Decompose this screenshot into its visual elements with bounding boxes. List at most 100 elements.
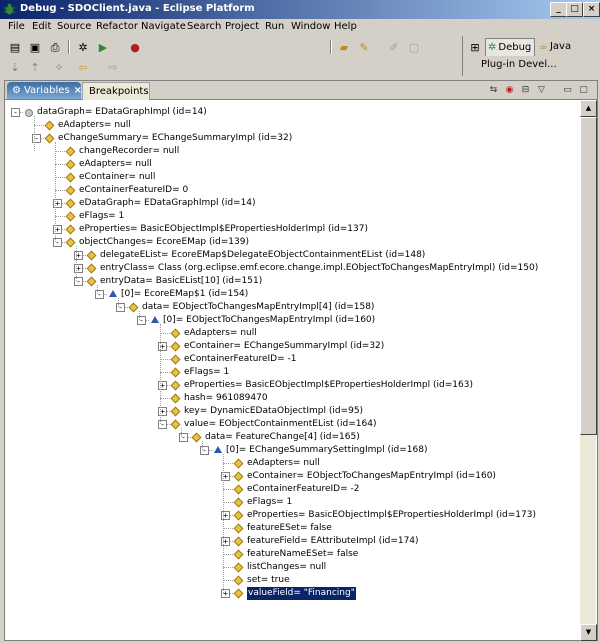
debug-run-icon[interactable]: ✲ <box>76 40 90 54</box>
tree-row[interactable]: eAdapters= null <box>5 158 579 171</box>
tree-row[interactable]: - value= EObjectContainmentEList (id=164) <box>5 418 579 431</box>
tree-row[interactable]: + entryClass= Class (org.eclipse.emf.ecor… <box>5 262 579 275</box>
tree-item-label[interactable]: value= EObjectContainmentEList (id=164) <box>184 418 377 431</box>
tree-row[interactable]: - [0]= EcoreEMap$1 (id=154) <box>5 288 579 301</box>
tree-row[interactable]: + key= DynamicEDataObjectImpl (id=95) <box>5 405 579 418</box>
search-icon[interactable]: ✎ <box>357 40 371 54</box>
tree-row[interactable]: eFlags= 1 <box>5 496 579 509</box>
copy-icon[interactable]: ▢ <box>407 40 421 54</box>
menu-file[interactable]: File <box>8 21 25 32</box>
tree-item-label[interactable]: eContainerFeatureID= -1 <box>184 353 297 366</box>
tree-item-label[interactable]: eAdapters= null <box>184 327 257 340</box>
open-perspective-icon[interactable]: ⊞ <box>468 40 482 54</box>
tree-row[interactable]: + delegateEList= EcoreEMap$DelegateEObjec… <box>5 249 579 262</box>
tree-item-label[interactable]: eFlags= 1 <box>79 210 124 223</box>
tree-item-label[interactable]: eProperties= BasicEObjectImpl$EPropertie… <box>247 509 536 522</box>
tree-row[interactable]: eContainerFeatureID= -2 <box>5 483 579 496</box>
tree-row[interactable]: + eProperties= BasicEObjectImpl$EProperti… <box>5 223 579 236</box>
tree-item-label[interactable]: dataGraph= EDataGraphImpl (id=14) <box>37 106 207 119</box>
tree-item-label[interactable]: eAdapters= null <box>79 158 152 171</box>
collapse-toggle-icon[interactable]: - <box>11 108 20 117</box>
save-icon[interactable]: ▣ <box>28 40 42 54</box>
tree-row[interactable]: eAdapters= null <box>5 119 579 132</box>
tree-item-label[interactable]: data= FeatureChange[4] (id=165) <box>205 431 360 444</box>
tree-item-label[interactable]: featureField= EAttributeImpl (id=174) <box>247 535 419 548</box>
tree-item-label[interactable]: eProperties= BasicEObjectImpl$EPropertie… <box>184 379 473 392</box>
tree-item-label[interactable]: [0]= EObjectToChangesMapEntryImpl (id=16… <box>163 314 375 327</box>
maximize-button[interactable]: □ <box>566 2 583 17</box>
tree-item-label[interactable]: eFlags= 1 <box>247 496 292 509</box>
new-icon[interactable]: ▤ <box>8 40 22 54</box>
tree-row[interactable]: eContainer= null <box>5 171 579 184</box>
menu-search[interactable]: Search <box>187 21 221 32</box>
tree-row[interactable]: featureESet= false <box>5 522 579 535</box>
tree-row[interactable]: - eChangeSummary= EChangeSummaryImpl (id=… <box>5 132 579 145</box>
tree-item-label[interactable]: eDataGraph= EDataGraphImpl (id=14) <box>79 197 256 210</box>
tree-item-label[interactable]: featureNameESet= false <box>247 548 358 561</box>
tree-row[interactable]: featureNameESet= false <box>5 548 579 561</box>
external-tools-icon[interactable]: ● <box>128 40 142 54</box>
tree-row[interactable]: - data= FeatureChange[4] (id=165) <box>5 431 579 444</box>
scroll-thumb[interactable] <box>580 117 597 435</box>
tree-row[interactable]: - [0]= EObjectToChangesMapEntryImpl (id=1… <box>5 314 579 327</box>
tree-item-label[interactable]: [0]= EChangeSummarySettingImpl (id=168) <box>226 444 427 457</box>
tree-item-label[interactable]: eContainer= EObjectToChangesMapEntryImpl… <box>247 470 496 483</box>
menu-window[interactable]: Window <box>291 21 330 32</box>
open-type-icon[interactable]: ▰ <box>337 40 351 54</box>
tree-item-label[interactable]: objectChanges= EcoreEMap (id=139) <box>79 236 249 249</box>
close-button[interactable]: × <box>583 2 600 17</box>
view-menu-icon[interactable]: ▽ <box>535 84 548 96</box>
perspective-java[interactable]: ☕ Java <box>537 38 581 55</box>
tree-item-label[interactable]: delegateEList= EcoreEMap$DelegateEObject… <box>100 249 425 262</box>
forward-icon[interactable]: ⇨ <box>106 60 120 74</box>
tree-item-label[interactable]: eChangeSummary= EChangeSummaryImpl (id=3… <box>58 132 292 145</box>
scroll-up-button[interactable]: ▲ <box>580 100 597 117</box>
tree-row[interactable]: eContainerFeatureID= -1 <box>5 353 579 366</box>
tree-item-label[interactable]: data= EObjectToChangesMapEntryImpl[4] (i… <box>142 301 374 314</box>
tree-row[interactable]: - dataGraph= EDataGraphImpl (id=14) <box>5 106 579 119</box>
tree-item-label[interactable]: [0]= EcoreEMap$1 (id=154) <box>121 288 248 301</box>
tree-item-label[interactable]: eContainer= EChangeSummaryImpl (id=32) <box>184 340 384 353</box>
perspective-debug[interactable]: ✲ Debug <box>485 38 535 56</box>
previous-annotation-icon[interactable]: ⇡ <box>28 60 42 74</box>
tree-row[interactable]: - entryData= BasicEList[10] (id=151) <box>5 275 579 288</box>
tree-item-label[interactable]: changeRecorder= null <box>79 145 179 158</box>
tree-item-label[interactable]: eFlags= 1 <box>184 366 229 379</box>
tree-item-label[interactable]: eProperties= BasicEObjectImpl$EPropertie… <box>79 223 368 236</box>
minimize-button[interactable]: _ <box>550 2 567 17</box>
tree-row[interactable]: listChanges= null <box>5 561 579 574</box>
tree-item-label[interactable]: set= true <box>247 574 290 587</box>
menu-run[interactable]: Run <box>265 21 284 32</box>
tree-row[interactable]: set= true <box>5 574 579 587</box>
tree-row[interactable]: - [0]= EChangeSummarySettingImpl (id=168) <box>5 444 579 457</box>
menu-edit[interactable]: Edit <box>32 21 51 32</box>
tree-item-label[interactable]: eContainerFeatureID= -2 <box>247 483 360 496</box>
tree-row[interactable]: + eContainer= EObjectToChangesMapEntryImp… <box>5 470 579 483</box>
tree-item-label[interactable]: valueField= "Financing" <box>247 587 356 600</box>
tree-row[interactable]: eFlags= 1 <box>5 366 579 379</box>
pen-icon[interactable]: ✐ <box>387 40 401 54</box>
last-edit-icon[interactable]: ✧ <box>52 60 66 74</box>
tree-item-label[interactable]: entryData= BasicEList[10] (id=151) <box>100 275 262 288</box>
tree-row[interactable]: + eProperties= BasicEObjectImpl$EProperti… <box>5 509 579 522</box>
run-icon[interactable]: ▶ <box>96 40 110 54</box>
tree-row[interactable]: eContainerFeatureID= 0 <box>5 184 579 197</box>
tree-item-label[interactable]: entryClass= Class (org.eclipse.emf.ecore… <box>100 262 538 275</box>
scroll-down-button[interactable]: ▼ <box>580 624 597 641</box>
tree-row[interactable]: + eContainer= EChangeSummaryImpl (id=32) <box>5 340 579 353</box>
tab-variables[interactable]: ⚙ Variables × <box>7 82 82 99</box>
tree-row[interactable]: + eProperties= BasicEObjectImpl$EProperti… <box>5 379 579 392</box>
tree-item-label[interactable]: eAdapters= null <box>247 457 320 470</box>
tree-row[interactable]: + valueField= "Financing" <box>5 587 579 600</box>
menu-refactor[interactable]: Refactor <box>96 21 138 32</box>
show-type-names-icon[interactable]: ⇆ <box>487 84 500 96</box>
next-annotation-icon[interactable]: ⇣ <box>8 60 22 74</box>
show-logical-structure-icon[interactable]: ◉ <box>503 84 516 96</box>
perspective-plugin[interactable]: Plug-in Devel... <box>481 56 557 73</box>
tree-item-label[interactable]: eAdapters= null <box>58 119 131 132</box>
collapse-all-icon[interactable]: ⊟ <box>519 84 532 96</box>
menu-navigate[interactable]: Navigate <box>141 21 186 32</box>
menu-project[interactable]: Project <box>225 21 259 32</box>
minimize-view-icon[interactable]: ▭ <box>561 84 574 96</box>
menu-help[interactable]: Help <box>334 21 357 32</box>
